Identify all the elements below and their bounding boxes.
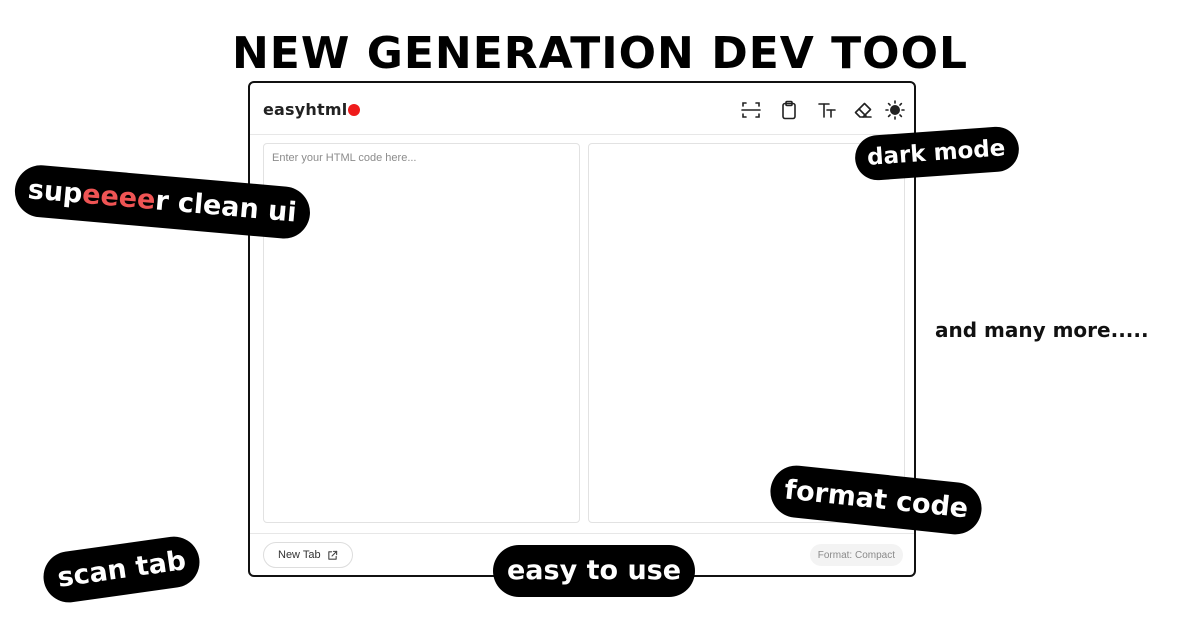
many-more-text: and many more..... [935,318,1149,342]
external-link-icon [327,550,337,560]
format-button[interactable]: Format: Compact [809,544,903,566]
text-size-icon[interactable] [816,99,838,121]
new-tab-button[interactable]: New Tab [263,542,353,568]
html-code-input[interactable] [272,152,572,512]
new-tab-label: New Tab [278,549,321,561]
app-logo: easyhtml [263,100,348,119]
clean-ui-accent: eeee [81,178,157,217]
app-header: easyhtml [250,83,914,135]
logo-dot [348,104,360,116]
preview-panel [588,143,905,523]
editor-panel [263,143,580,523]
easy-to-use-callout: easy to use [493,545,696,597]
eraser-icon[interactable] [852,99,874,121]
headline: NEW GENERATION DEV TOOL [231,28,969,79]
sun-icon[interactable] [884,99,906,121]
scan-icon[interactable] [740,99,762,121]
clipboard-icon[interactable] [778,99,800,121]
scan-tab-callout: scan tab [40,533,204,606]
clean-ui-prefix: sup [26,174,84,210]
clean-ui-suffix: r clean ui [154,185,298,229]
